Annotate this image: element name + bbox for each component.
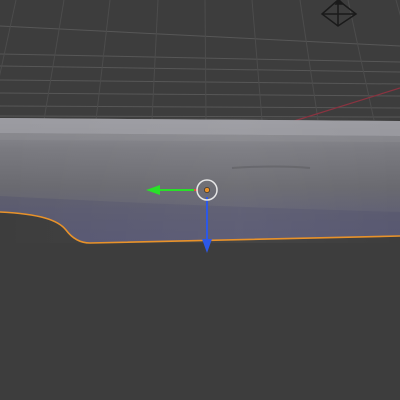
viewport-canvas[interactable]: [0, 0, 400, 400]
3d-viewport[interactable]: [0, 0, 400, 400]
selected-mesh[interactable]: [0, 118, 400, 244]
origin-point-icon: [204, 187, 210, 193]
